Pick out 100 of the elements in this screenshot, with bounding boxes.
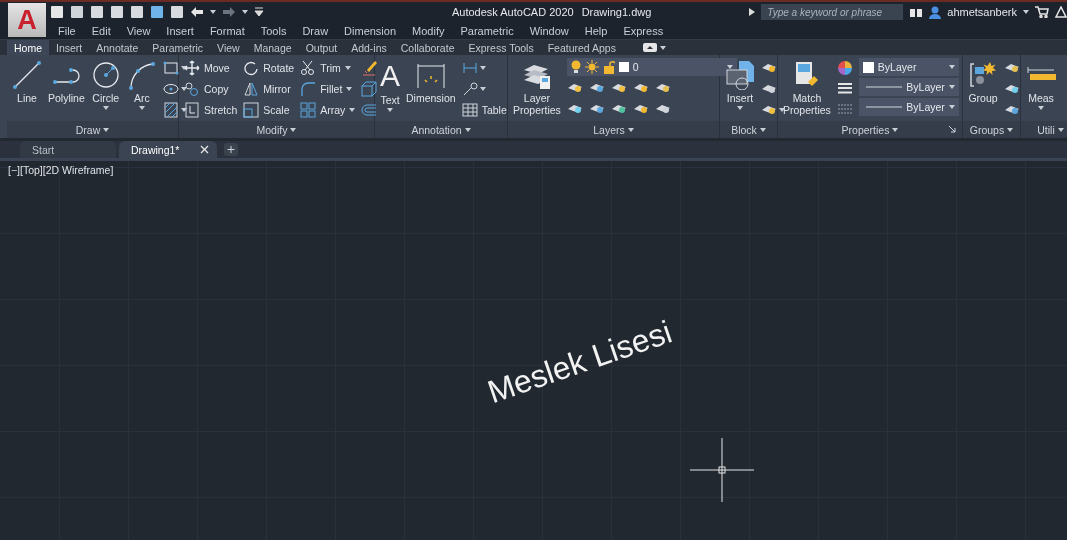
drawing-canvas[interactable]: [−][Top][2D Wireframe] Meslek Lisesi	[0, 161, 1067, 540]
ribbon-toggle-icon[interactable]	[642, 43, 657, 52]
menu-item[interactable]: File	[50, 24, 84, 37]
drawing-text: Meslek Lisesi	[482, 313, 677, 411]
search-field[interactable]: Type a keyword or phrase	[761, 4, 904, 20]
ribbon-tool-button[interactable]: Insert	[725, 58, 755, 110]
ribbon-tab[interactable]: Output	[298, 39, 345, 56]
binoculars-icon[interactable]	[909, 6, 924, 18]
ribbon-tool-button[interactable]: Polyline	[48, 58, 85, 104]
menu-item[interactable]: Insert	[158, 24, 202, 37]
layer-tool-icon[interactable]	[588, 82, 605, 93]
plus-icon[interactable]	[224, 143, 238, 156]
ribbon-tab[interactable]: Home	[7, 39, 49, 56]
dropdown-field[interactable]: ByLayer	[858, 98, 959, 116]
layer-tool-icon[interactable]	[610, 103, 627, 114]
dialog-launcher-icon[interactable]	[948, 125, 956, 133]
caret-icon	[627, 127, 634, 132]
ribbon-tool-button[interactable]: Move	[184, 58, 238, 77]
group-icon	[968, 60, 998, 90]
ribbon-tool-button[interactable]: Line	[12, 58, 42, 104]
ribbon-tool-button[interactable]: Trim	[300, 58, 356, 77]
ribbon-tab[interactable]: Express Tools	[461, 39, 541, 56]
layer-tool-icon[interactable]	[1004, 104, 1020, 115]
caret-icon	[948, 105, 955, 109]
undo-arrow-icon[interactable]	[190, 6, 204, 18]
ribbon-tool-button[interactable]: Scale	[243, 100, 295, 119]
layer-tool-icon[interactable]	[654, 82, 671, 93]
ribbon-tool-button[interactable]: Mirror	[243, 79, 295, 98]
panel-title-button[interactable]: Draw	[75, 123, 110, 136]
shopping-cart-icon[interactable]	[1035, 6, 1049, 18]
ribbon-tab[interactable]: View	[210, 39, 247, 56]
close-icon[interactable]	[200, 145, 209, 154]
lightbulb-icon	[570, 60, 581, 74]
menu-item[interactable]: Format	[201, 24, 253, 37]
ribbon-tool-button[interactable]: Arc	[126, 58, 157, 110]
ribbon-tab[interactable]: Collaborate	[393, 39, 462, 56]
ribbon-tool-button[interactable]: Group	[968, 58, 998, 104]
dropdown-field[interactable]: ByLayer	[858, 58, 959, 76]
layer-tool-icon[interactable]	[761, 62, 777, 73]
layer-tool-icon[interactable]	[632, 103, 649, 114]
menu-item[interactable]: Help	[576, 24, 616, 37]
ribbon-tab[interactable]: Manage	[246, 39, 299, 56]
ribbon-tool-button[interactable]: A Text	[380, 58, 400, 112]
menu-item[interactable]: Window	[521, 24, 577, 37]
layer-tool-icon[interactable]	[566, 82, 583, 93]
menu-item[interactable]: View	[118, 24, 159, 37]
panel-title-button[interactable]: Layers	[593, 123, 634, 136]
ribbon-tab[interactable]: Featured Apps	[540, 39, 623, 56]
menu-item[interactable]: Draw	[294, 24, 337, 37]
layer-tool-icon[interactable]	[654, 103, 671, 114]
ribbon-tool-button[interactable]: Array	[300, 100, 356, 119]
stretch-icon	[184, 101, 200, 118]
ribbon-tool-button[interactable]: Fillet	[300, 79, 356, 98]
offset-icon	[361, 101, 378, 118]
panel-title-button[interactable]: Modify	[256, 123, 297, 136]
layer-tool-icon[interactable]	[1004, 83, 1020, 94]
ribbon-tool-button[interactable]: Circle	[90, 58, 121, 110]
dropdown-field[interactable]: ByLayer	[858, 78, 959, 96]
ribbon-tool-button[interactable]: Meas	[1026, 58, 1056, 110]
layer-tool-icon[interactable]	[610, 82, 627, 93]
ribbon-tool-button[interactable]: Rotate	[243, 58, 295, 77]
expand-arrow-icon[interactable]	[749, 8, 756, 16]
layer-tool-icon[interactable]	[632, 82, 649, 93]
ribbon-tool-button[interactable]: Stretch	[184, 100, 238, 119]
sun-icon	[584, 60, 599, 74]
redo-arrow-icon[interactable]	[222, 6, 236, 18]
menu-item[interactable]: Edit	[83, 24, 119, 37]
color-wheel-icon	[836, 59, 853, 76]
ribbon-tool-button[interactable]: Dimension	[406, 58, 456, 104]
triangle-network-icon[interactable]	[1055, 6, 1067, 18]
dropdown-field[interactable]: 0	[566, 58, 737, 76]
ribbon-tool-button[interactable]: Copy	[184, 79, 238, 98]
ribbon-tab[interactable]: Insert	[49, 39, 90, 56]
block-insert-icon	[725, 60, 755, 90]
caret-icon	[759, 127, 766, 132]
app-menu-button[interactable]: A	[8, 3, 46, 37]
customize-menu-icon[interactable]	[254, 7, 264, 17]
menu-item[interactable]: Express	[615, 24, 672, 37]
ribbon-tool-button[interactable]: Table	[461, 100, 507, 119]
file-tab[interactable]: Drawing1*	[119, 141, 217, 158]
menu-item[interactable]: Dimension	[336, 24, 405, 37]
layer-tool-icon[interactable]	[761, 104, 777, 115]
layer-tool-icon[interactable]	[1004, 62, 1020, 73]
layer-tool-icon[interactable]	[588, 103, 605, 114]
ribbon-tab[interactable]: Parametric	[145, 39, 211, 56]
viewport-controls[interactable]: [−][Top][2D Wireframe]	[8, 164, 114, 176]
layer-tool-icon[interactable]	[566, 103, 583, 114]
ribbon-tab[interactable]: Add-ins	[344, 39, 394, 56]
ribbon-tool-button[interactable]: Match Properties	[783, 58, 831, 116]
mirror-icon	[243, 80, 260, 97]
layer-tool-icon[interactable]	[761, 83, 777, 94]
menu-item[interactable]: Parametric	[452, 24, 522, 37]
file-tab[interactable]: Start	[20, 141, 116, 158]
ribbon-tab[interactable]: Annotate	[89, 39, 146, 56]
ribbon-tool-button[interactable]: Layer Properties	[513, 58, 561, 116]
user-icon[interactable]	[929, 5, 942, 19]
menu-item[interactable]: Modify	[404, 24, 453, 37]
user-name-menu[interactable]: ahmetsanberk	[947, 6, 1017, 18]
menu-item[interactable]: Tools	[252, 24, 295, 37]
file-name: Drawing1.dwg	[581, 6, 652, 18]
